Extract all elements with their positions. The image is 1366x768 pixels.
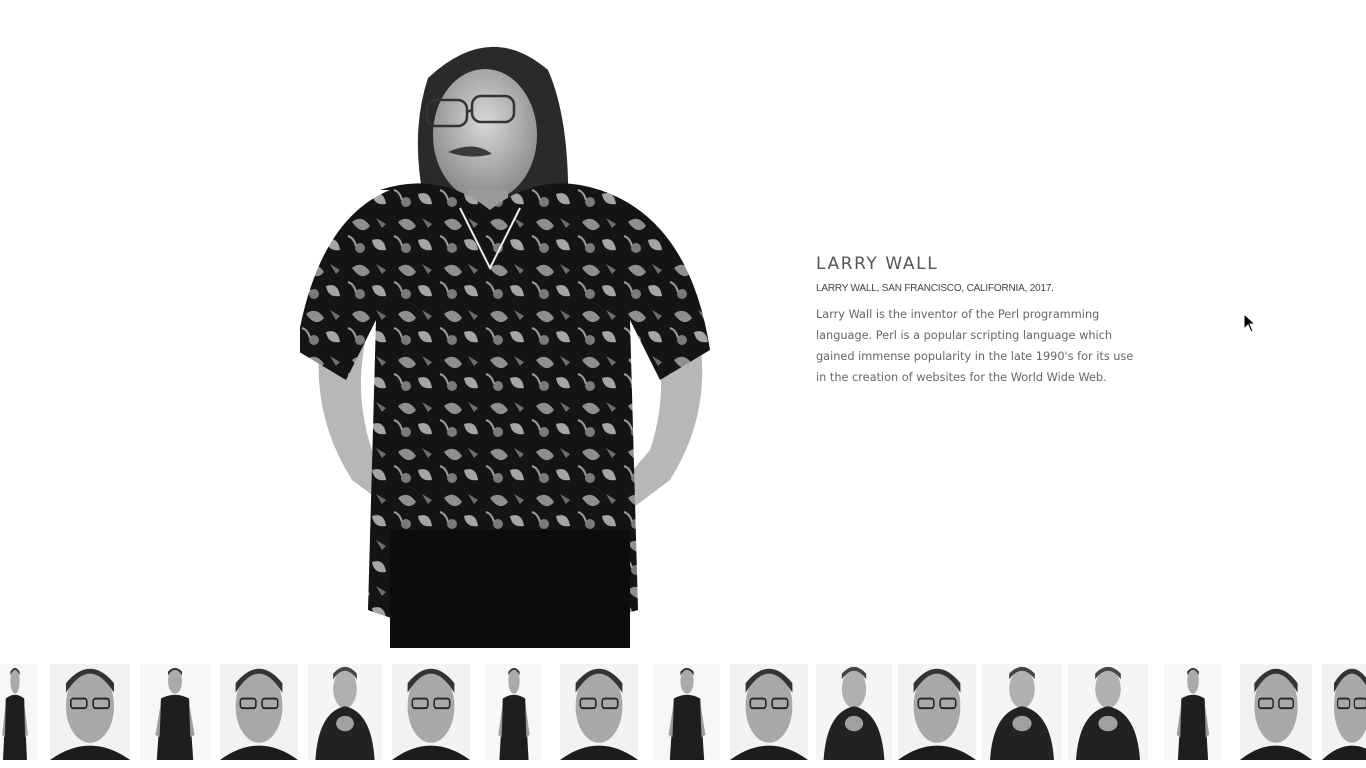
portrait-thumbnail[interactable] <box>50 664 130 760</box>
portrait-thumbnail[interactable] <box>1240 664 1312 760</box>
portrait-thumbnail[interactable] <box>654 664 720 760</box>
portrait-thumbnail[interactable] <box>730 664 808 760</box>
portrait-thumbnail[interactable] <box>486 664 542 760</box>
portrait-thumbnail-strip <box>0 664 1366 768</box>
subject-location-line: LARRY WALL, SAN FRANCISCO, CALIFORNIA, 2… <box>816 283 1054 294</box>
subject-bio: Larry Wall is the inventor of the Perl p… <box>816 308 1134 384</box>
gallery-page: LARRY WALL LARRY WALL, SAN FRANCISCO, CA… <box>0 0 1366 768</box>
subject-name: LARRY WALL <box>816 254 939 274</box>
portrait-caption: LARRY WALL LARRY WALL, SAN FRANCISCO, CA… <box>816 254 1146 388</box>
featured-portrait-image <box>300 30 720 648</box>
portrait-thumbnail[interactable] <box>220 664 298 760</box>
portrait-thumbnail[interactable] <box>1068 664 1148 760</box>
portrait-thumbnail[interactable] <box>898 664 976 760</box>
portrait-thumbnail[interactable] <box>982 664 1062 760</box>
portrait-thumbnail[interactable] <box>1322 664 1366 760</box>
portrait-thumbnail[interactable] <box>1164 664 1222 760</box>
portrait-thumbnail[interactable] <box>0 664 38 760</box>
mouse-cursor-icon <box>1243 313 1257 333</box>
portrait-thumbnail[interactable] <box>816 664 892 760</box>
portrait-thumbnail[interactable] <box>392 664 470 760</box>
portrait-thumbnail[interactable] <box>560 664 638 760</box>
portrait-thumbnail[interactable] <box>308 664 382 760</box>
portrait-thumbnail[interactable] <box>140 664 210 760</box>
